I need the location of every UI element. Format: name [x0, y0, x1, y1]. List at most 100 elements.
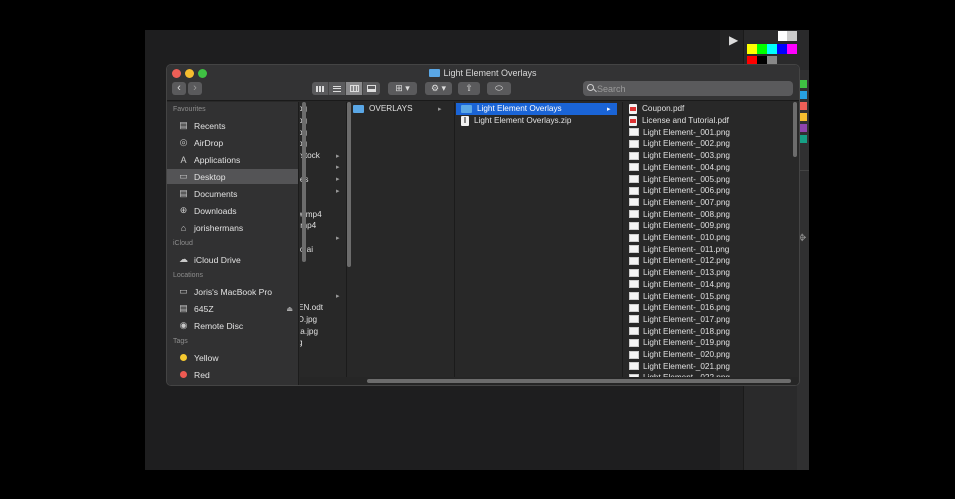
list-item-light-element-005-png[interactable]: Light Element-_005.png: [624, 173, 789, 185]
list-item[interactable]: pg: [300, 126, 345, 138]
play-icon[interactable]: ▶: [729, 33, 738, 47]
list-item[interactable]: w.mp4: [300, 208, 345, 220]
action-button[interactable]: ⚙ ▾: [425, 82, 452, 95]
column-parent: pgpgpgpgrstock▸▸les▸▸w.mp4.mp4▸io.ai▸EN.…: [300, 102, 347, 385]
list-item-light-element-006-png[interactable]: Light Element-_006.png: [624, 185, 789, 197]
sidebar-item-documents[interactable]: ▤ Documents: [167, 186, 298, 201]
list-item-light-element-009-png[interactable]: Light Element-_009.png: [624, 220, 789, 232]
list-item[interactable]: pg: [300, 103, 345, 115]
disc-icon: ◉: [179, 320, 188, 330]
list-item-light-element-overlays-zip[interactable]: Light Element Overlays.zip: [456, 115, 617, 127]
eject-icon[interactable]: ⏏: [286, 305, 293, 313]
share-icon: ⇧: [465, 83, 473, 93]
list-item-overlays[interactable]: OVERLAYS ▸: [348, 103, 448, 115]
list-item-light-element-020-png[interactable]: Light Element-_020.png: [624, 349, 789, 361]
column-view-button[interactable]: [346, 82, 363, 95]
list-item[interactable]: .mp4: [300, 220, 345, 232]
horizontal-scrollbar[interactable]: [367, 379, 791, 383]
list-item[interactable]: les▸: [300, 173, 345, 185]
list-item-coupon-pdf[interactable]: Coupon.pdf: [624, 103, 789, 115]
swatch-mini[interactable]: [799, 135, 807, 143]
list-item[interactable]: [300, 267, 345, 279]
swatch-mini[interactable]: [799, 91, 807, 99]
gallery-view-button[interactable]: [363, 82, 380, 95]
list-item-light-element-011-png[interactable]: Light Element-_011.png: [624, 243, 789, 255]
column-parent-scrollbar[interactable]: [347, 102, 351, 267]
list-item-light-element-012-png[interactable]: Light Element-_012.png: [624, 255, 789, 267]
list-item-license-and-tutorial-pdf[interactable]: License and Tutorial.pdf: [624, 115, 789, 127]
sidebar-item-remote-disc[interactable]: ◉ Remote Disc: [167, 318, 298, 333]
list-item-light-element-overlays[interactable]: Light Element Overlays ▸: [456, 103, 617, 115]
list-item-label: Light Element-_002.png: [643, 139, 730, 149]
list-item[interactable]: rstock ▸: [300, 150, 345, 162]
list-item[interactable]: [300, 197, 345, 209]
chevron-left-icon: ‹: [177, 82, 181, 94]
swatch-mini[interactable]: [799, 102, 807, 110]
list-item-light-element-007-png[interactable]: Light Element-_007.png: [624, 197, 789, 209]
list-item-light-element-013-png[interactable]: Light Element-_013.png: [624, 267, 789, 279]
sidebar-item-desktop[interactable]: ▭ Desktop: [167, 169, 298, 184]
column-files-scrollbar[interactable]: [793, 102, 797, 157]
back-button[interactable]: ‹: [172, 82, 186, 95]
tag-button[interactable]: ⬭: [487, 82, 511, 95]
sidebar-item-red[interactable]: Red: [167, 367, 298, 382]
color-swatch[interactable]: [777, 44, 787, 54]
list-item-light-element-016-png[interactable]: Light Element-_016.png: [624, 302, 789, 314]
list-item[interactable]: io.ai: [300, 243, 345, 255]
sidebar-item-icloud-drive[interactable]: ☁ iCloud Drive: [167, 252, 298, 267]
list-item[interactable]: g: [300, 337, 345, 349]
sidebar-item-yellow[interactable]: Yellow: [167, 350, 298, 365]
sidebar-item-airdrop[interactable]: ◎ AirDrop: [167, 135, 298, 150]
zip-file-icon: [461, 115, 469, 126]
list-item-light-element-001-png[interactable]: Light Element-_001.png: [624, 126, 789, 138]
search-field[interactable]: [583, 81, 793, 96]
list-item-light-element-017-png[interactable]: Light Element-_017.png: [624, 314, 789, 326]
list-item-light-element-008-png[interactable]: Light Element-_008.png: [624, 208, 789, 220]
list-item-label: OVERLAYS: [369, 104, 413, 114]
list-item-light-element-010-png[interactable]: Light Element-_010.png: [624, 232, 789, 244]
list-item[interactable]: pg: [300, 115, 345, 127]
list-item-light-element-002-png[interactable]: Light Element-_002.png: [624, 138, 789, 150]
list-view-button[interactable]: [329, 82, 346, 95]
swatch-mini[interactable]: [799, 80, 807, 88]
list-item-light-element-003-png[interactable]: Light Element-_003.png: [624, 150, 789, 162]
list-item[interactable]: EN.odt: [300, 302, 345, 314]
list-item-light-element-021-png[interactable]: Light Element-_021.png: [624, 360, 789, 372]
swatch-mini[interactable]: [799, 124, 807, 132]
list-item[interactable]: [300, 279, 345, 291]
color-swatch[interactable]: [747, 44, 757, 54]
list-item[interactable]: i: [300, 349, 345, 361]
list-item-light-element-015-png[interactable]: Light Element-_015.png: [624, 290, 789, 302]
window-title: Light Element Overlays: [443, 68, 537, 78]
list-item-light-element-018-png[interactable]: Light Element-_018.png: [624, 325, 789, 337]
list-item-light-element-019-png[interactable]: Light Element-_019.png: [624, 337, 789, 349]
list-item[interactable]: pg: [300, 138, 345, 150]
list-item[interactable]: ▸: [300, 162, 345, 174]
swatch-mini[interactable]: [799, 113, 807, 121]
sidebar-item-applications[interactable]: A Applications: [167, 152, 298, 167]
color-swatch[interactable]: [757, 44, 767, 54]
color-swatch[interactable]: [767, 44, 777, 54]
sidebar-scrollbar[interactable]: [302, 102, 306, 262]
list-item-light-element-004-png[interactable]: Light Element-_004.png: [624, 162, 789, 174]
sidebar-item-joris-s-macbook-pro[interactable]: ▭ Joris's MacBook Pro: [167, 284, 298, 299]
share-button[interactable]: ⇧: [458, 82, 480, 95]
color-swatch[interactable]: [787, 44, 797, 54]
list-item-light-element-014-png[interactable]: Light Element-_014.png: [624, 279, 789, 291]
image-file-icon: [629, 245, 639, 254]
sidebar-item-645z[interactable]: ▤ 645Z ⏏: [167, 301, 298, 316]
color-swatch[interactable]: [787, 31, 797, 41]
list-item[interactable]: ▸: [300, 290, 345, 302]
list-item[interactable]: ▸: [300, 185, 345, 197]
list-item[interactable]: ▸: [300, 232, 345, 244]
sidebar-item-recents[interactable]: ▤ Recents: [167, 118, 298, 133]
icon-view-button[interactable]: [312, 82, 329, 95]
forward-button[interactable]: ›: [188, 82, 202, 95]
list-item[interactable]: D.jpg: [300, 314, 345, 326]
search-input[interactable]: [597, 81, 787, 96]
group-button[interactable]: ⊞ ▾: [388, 82, 417, 95]
sidebar-item-downloads[interactable]: ⊕ Downloads: [167, 203, 298, 218]
sidebar-item-jorishermans[interactable]: ⌂ jorishermans: [167, 220, 298, 235]
list-item[interactable]: [300, 255, 345, 267]
list-item[interactable]: ta.jpg: [300, 325, 345, 337]
